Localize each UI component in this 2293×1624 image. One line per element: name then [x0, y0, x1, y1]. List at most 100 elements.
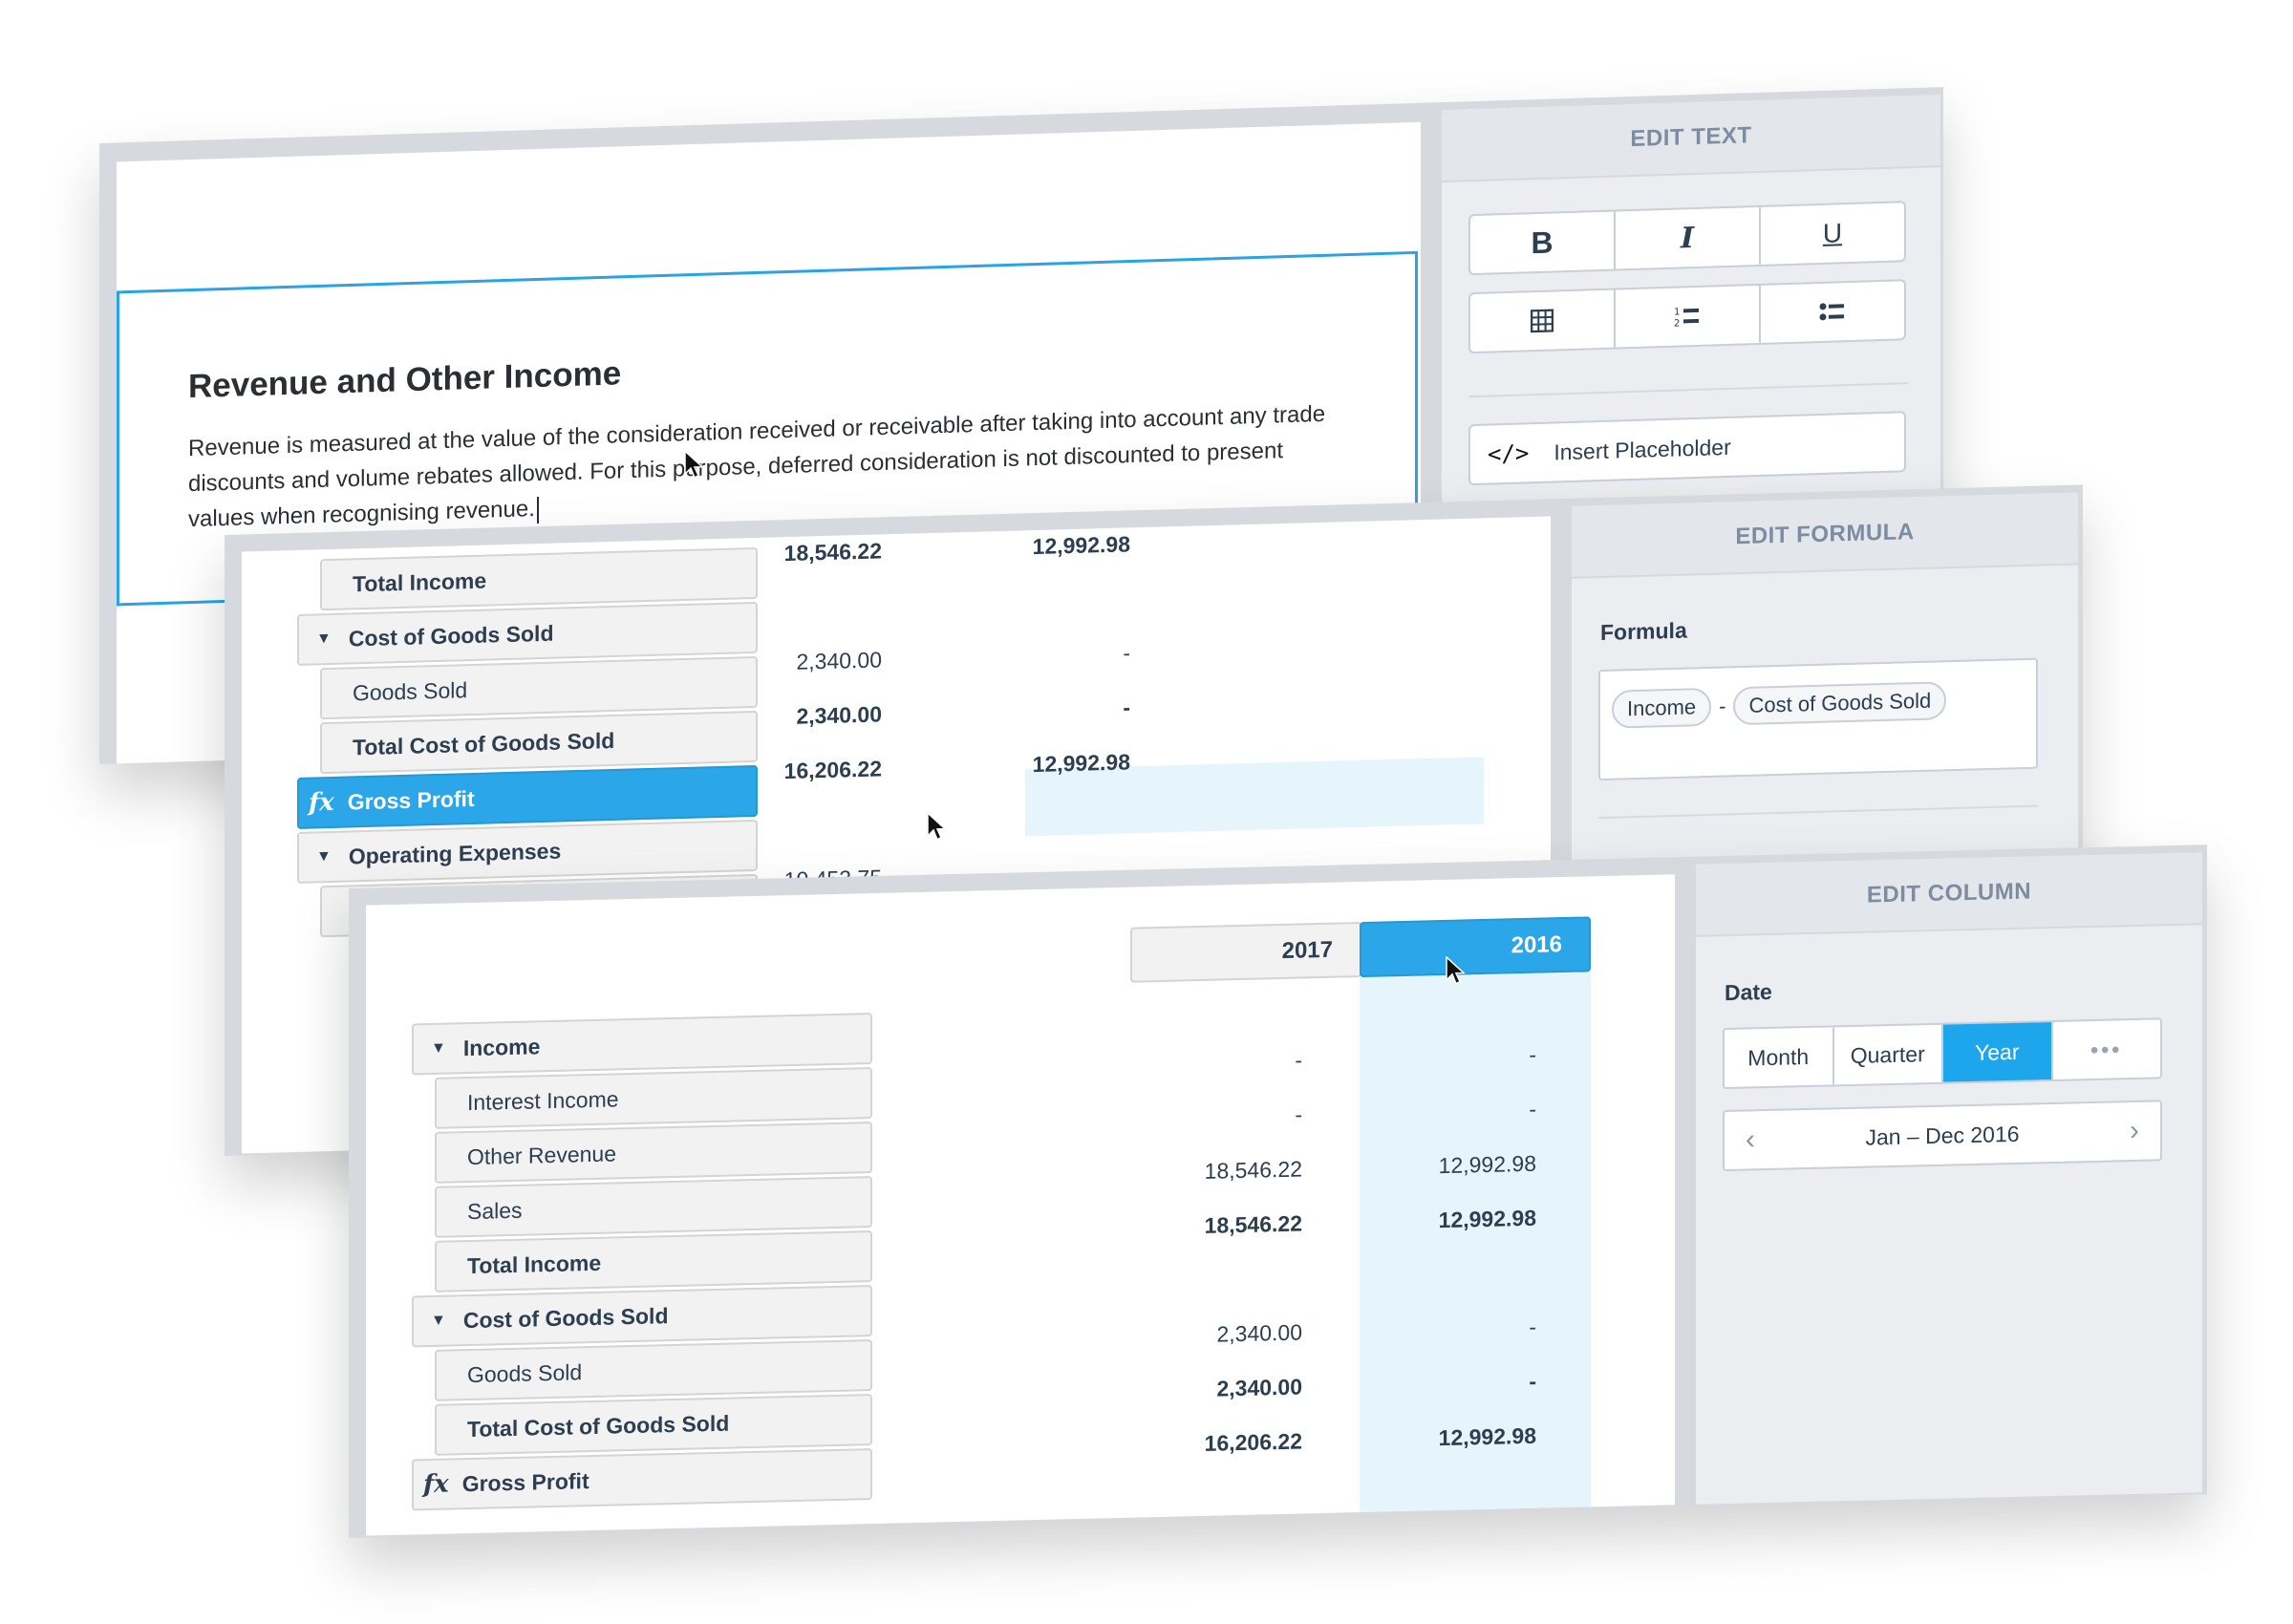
table-row-label[interactable]: ▼ Cost of Goods Sold	[297, 601, 758, 666]
cell-2016[interactable]: 12,992.98	[1383, 1206, 1536, 1235]
row-label-text: Cost of Goods Sold	[348, 620, 554, 651]
collapse-toggle-icon[interactable]: ▼	[431, 1313, 446, 1330]
row-label-text: Other Revenue	[467, 1140, 616, 1169]
cell-2016[interactable]: -	[1383, 1314, 1536, 1344]
bold-icon: B	[1531, 224, 1554, 260]
cell-2017[interactable]: 16,206.22	[1149, 1428, 1302, 1458]
cell-2017[interactable]: -	[1149, 1101, 1302, 1131]
panel-divider	[1468, 382, 1908, 398]
bullet-list-icon	[1819, 303, 1844, 321]
svg-text:2: 2	[1674, 318, 1680, 328]
cell-2016[interactable]: 12,992.98	[1383, 1151, 1536, 1181]
panel-heading: EDIT FORMULA	[1572, 492, 2078, 579]
date-label: Date	[1725, 978, 1772, 1006]
table-row-label[interactable]: fx Gross Profit	[297, 764, 758, 829]
cell-2017[interactable]: 16,206.22	[729, 756, 882, 785]
format-button-group: B I U	[1468, 201, 1906, 276]
table-row-label[interactable]: Total Cost of Goods Sold	[435, 1394, 872, 1456]
formula-token-cogs[interactable]: Cost of Goods Sold	[1733, 681, 1947, 726]
row-label-text: Income	[462, 1033, 541, 1060]
formula-label: Formula	[1600, 617, 1687, 646]
row-label-text: Total Income	[353, 567, 487, 596]
report-table-canvas: 2017 2016 ▼ Income Interest Income - - Other …	[366, 874, 1675, 1536]
table-row-label[interactable]: Goods Sold	[435, 1339, 872, 1401]
column-header-label: 2016	[1511, 931, 1562, 959]
period-quarter[interactable]: Quarter	[1833, 1024, 1943, 1085]
cell-2017[interactable]: 2,340.00	[1149, 1319, 1302, 1349]
formula-token-income[interactable]: Income	[1612, 687, 1712, 729]
bold-button[interactable]: B	[1470, 211, 1616, 274]
cell-2017[interactable]: 2,340.00	[729, 701, 882, 731]
table-row-label[interactable]: fx Gross Profit	[412, 1448, 872, 1511]
cell-2017[interactable]: 18,546.22	[729, 538, 882, 567]
numbered-list-icon: 12	[1674, 307, 1699, 329]
row-label-text: Total Cost of Goods Sold	[467, 1410, 730, 1442]
cell-2016[interactable]: -	[1383, 1042, 1536, 1072]
table-row-label[interactable]: Total Income	[435, 1230, 872, 1293]
cell-2016[interactable]: 12,992.98	[977, 531, 1130, 561]
panel-heading: EDIT TEXT	[1442, 95, 1940, 183]
table-icon	[1531, 309, 1554, 333]
cell-2017[interactable]: 18,546.22	[1149, 1156, 1302, 1186]
formula-fx-icon: fx	[423, 1469, 449, 1500]
table-row-label[interactable]: Sales	[435, 1176, 872, 1238]
table-row-label[interactable]: Interest Income	[435, 1067, 872, 1129]
period-more-button[interactable]: •••	[2053, 1019, 2161, 1079]
bullet-list-button[interactable]	[1761, 281, 1904, 343]
column-header-2016[interactable]: 2016	[1360, 916, 1591, 978]
prev-period-icon[interactable]: ‹	[1746, 1123, 1755, 1156]
insert-table-button[interactable]	[1470, 289, 1616, 353]
collapse-toggle-icon[interactable]: ▼	[431, 1040, 446, 1058]
panel-heading: EDIT COLUMN	[1696, 852, 2202, 937]
cell-2016[interactable]: 12,992.98	[1383, 1423, 1536, 1453]
column-editor-window: 2017 2016 ▼ Income Interest Income - - Other …	[349, 844, 2207, 1538]
cell-2016[interactable]: -	[1383, 1097, 1536, 1126]
row-label-text: Goods Sold	[467, 1358, 583, 1387]
cell-2017[interactable]: 2,340.00	[729, 647, 882, 676]
table-row-label[interactable]: Total Income	[320, 546, 758, 611]
collapse-toggle-icon[interactable]: ▼	[316, 848, 332, 865]
formula-input[interactable]: Income - Cost of Goods Sold	[1598, 657, 2038, 781]
cell-2016[interactable]: -	[1383, 1369, 1536, 1399]
section-title[interactable]: Revenue and Other Income	[188, 354, 621, 406]
table-row-label[interactable]: ▼ Operating Expenses	[297, 819, 758, 884]
period-selector: Month Quarter Year •••	[1723, 1017, 2162, 1090]
edit-column-panel: EDIT COLUMN Date Month Quarter Year ••• …	[1696, 852, 2202, 1505]
row-label-text: Goods Sold	[353, 676, 468, 705]
row-label-text: Total Income	[467, 1250, 602, 1278]
date-range-picker: ‹ Jan – Dec 2016 ›	[1723, 1100, 2162, 1172]
cell-2017[interactable]: -	[1149, 1047, 1302, 1077]
cell-2017[interactable]: 18,546.22	[1149, 1210, 1302, 1240]
period-year[interactable]: Year	[1943, 1021, 2053, 1082]
row-label-text: Gross Profit	[461, 1467, 589, 1496]
cell-2016[interactable]: -	[977, 640, 1130, 670]
table-row-label[interactable]: ▼ Income	[412, 1013, 872, 1076]
cell-2016[interactable]: -	[977, 694, 1130, 724]
row-label-text: Total Cost of Goods Sold	[353, 727, 615, 759]
italic-icon: I	[1680, 221, 1695, 255]
column-header-2017[interactable]: 2017	[1130, 922, 1361, 983]
insert-button-group: 12	[1468, 279, 1906, 354]
text-caret	[536, 496, 539, 524]
cell-2016[interactable]: 12,992.98	[977, 749, 1130, 779]
table-row-label[interactable]: Total Cost of Goods Sold	[320, 710, 758, 775]
formula-fx-icon: fx	[309, 787, 334, 818]
italic-button[interactable]: I	[1616, 206, 1761, 269]
cell-2017[interactable]: 2,340.00	[1149, 1374, 1302, 1403]
insert-placeholder-label: Insert Placeholder	[1554, 434, 1731, 464]
next-period-icon[interactable]: ›	[2130, 1115, 2139, 1147]
row-label-text: Operating Expenses	[348, 837, 562, 868]
table-row-label[interactable]: ▼ Cost of Goods Sold	[412, 1285, 872, 1348]
date-range-label: Jan – Dec 2016	[1865, 1121, 2020, 1150]
row-label-text: Gross Profit	[347, 785, 475, 815]
column-header-label: 2017	[1281, 936, 1333, 964]
underline-button[interactable]: U	[1761, 203, 1904, 265]
insert-placeholder-button[interactable]: </> Insert Placeholder	[1468, 411, 1906, 486]
row-label-text: Interest Income	[467, 1085, 619, 1115]
table-row-label[interactable]: Other Revenue	[435, 1122, 872, 1184]
collapse-toggle-icon[interactable]: ▼	[316, 630, 332, 648]
table-row-label[interactable]: Goods Sold	[320, 655, 758, 720]
numbered-list-button[interactable]: 12	[1616, 285, 1761, 348]
period-month[interactable]: Month	[1725, 1027, 1834, 1088]
underline-icon: U	[1822, 218, 1843, 248]
